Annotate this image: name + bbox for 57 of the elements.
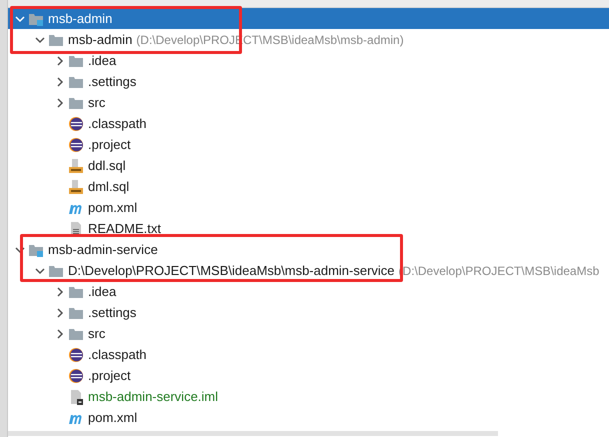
- node-label: dml.sql: [88, 178, 130, 196]
- tree-row[interactable]: .project: [8, 134, 609, 155]
- eclipse-icon: [68, 346, 84, 362]
- chevron-right-icon[interactable]: [55, 328, 65, 338]
- node-label: pom.xml: [88, 198, 138, 217]
- tree-row[interactable]: pom.xml: [8, 197, 609, 218]
- node-label: msb-admin: [48, 10, 112, 28]
- eclipse-icon: [68, 368, 84, 384]
- node-label: pom.xml: [88, 408, 138, 427]
- sql-file-icon: [68, 178, 84, 194]
- node-label: .settings: [88, 72, 136, 91]
- tree-row[interactable]: .classpath: [8, 344, 609, 365]
- node-label: .settings: [88, 304, 136, 322]
- chevron-right-icon[interactable]: [55, 76, 65, 86]
- scrollbar[interactable]: [8, 431, 498, 436]
- node-label: .idea: [88, 282, 116, 301]
- chevron-down-icon[interactable]: [15, 244, 25, 254]
- chevron-down-icon[interactable]: [35, 266, 45, 276]
- eclipse-icon: [68, 116, 84, 132]
- node-label: msb-admin: [68, 30, 132, 49]
- chevron-down-icon[interactable]: [35, 34, 45, 44]
- node-label: src: [88, 94, 106, 112]
- module-file-icon: [68, 388, 84, 404]
- node-label: D:\Develop\PROJECT\MSB\ideaMsb\msb-admin-service: [68, 262, 395, 280]
- eclipse-icon: [68, 136, 84, 152]
- node-label: msb-admin-service: [48, 240, 158, 259]
- tree-row[interactable]: .project: [8, 365, 609, 386]
- tree-row[interactable]: msb-admin-service.iml: [8, 386, 609, 407]
- chevron-down-icon[interactable]: [15, 14, 25, 24]
- tree-row[interactable]: .classpath: [8, 113, 609, 134]
- tree-row[interactable]: src: [8, 323, 609, 344]
- tree-row[interactable]: src: [8, 92, 609, 113]
- chevron-right-icon[interactable]: [55, 308, 65, 318]
- tree-row[interactable]: msb-admin-service: [8, 239, 609, 260]
- node-label: .classpath: [88, 346, 147, 364]
- node-label: msb-admin-service.iml: [88, 388, 218, 406]
- tree-row[interactable]: dml.sql: [8, 176, 609, 197]
- tree-row[interactable]: ddl.sql: [8, 155, 609, 176]
- node-label: .idea: [88, 52, 116, 70]
- text-file-icon: [68, 220, 84, 236]
- sql-file-icon: [68, 158, 84, 174]
- chevron-right-icon[interactable]: [55, 98, 65, 108]
- tree-row[interactable]: README.txt: [8, 218, 609, 239]
- tree-row[interactable]: msb-admin: [8, 8, 609, 29]
- tree-row[interactable]: .idea: [8, 281, 609, 302]
- node-label: README.txt: [88, 220, 161, 238]
- chevron-right-icon[interactable]: [55, 286, 65, 296]
- node-label: .project: [88, 366, 131, 385]
- tree-row[interactable]: .settings: [8, 302, 609, 323]
- node-label: src: [88, 324, 106, 343]
- node-label: ddl.sql: [88, 156, 126, 175]
- tree-row[interactable]: pom.xml: [8, 407, 609, 428]
- chevron-right-icon[interactable]: [55, 56, 65, 66]
- tree-row[interactable]: .idea: [8, 50, 609, 71]
- node-label: .project: [88, 136, 131, 154]
- tree-row[interactable]: .settings: [8, 71, 609, 92]
- node-label: .classpath: [88, 114, 147, 133]
